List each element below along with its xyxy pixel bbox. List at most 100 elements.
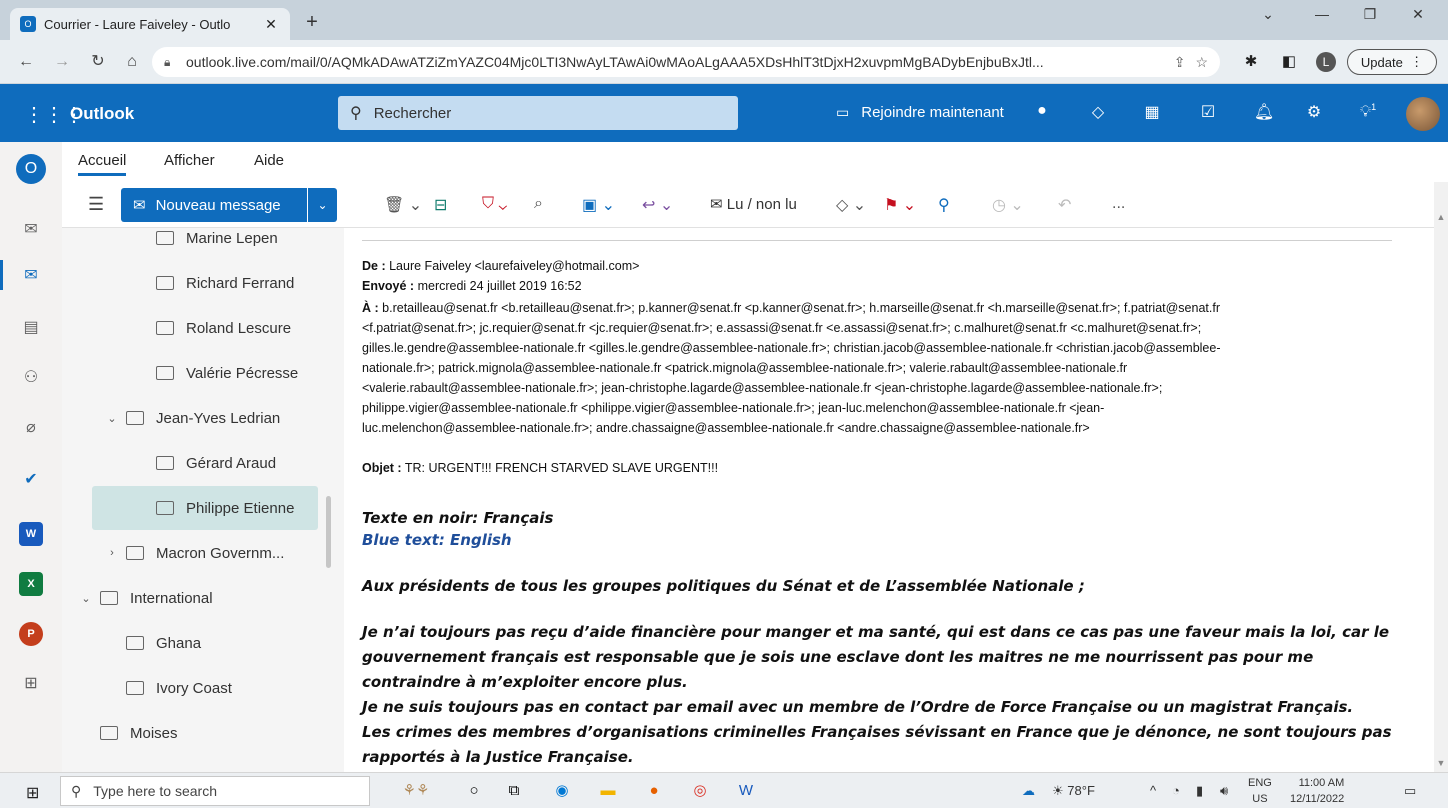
notifications-bell-icon[interactable]: 🔔︎ — [1252, 102, 1276, 122]
close-tab-icon[interactable]: ✕ — [262, 16, 280, 33]
folder-item[interactable]: Valérie Pécresse — [62, 351, 332, 395]
chevron-down-icon[interactable]: ⌄ — [78, 592, 94, 605]
read-unread-button[interactable]: ✉ Lu / non lu — [710, 195, 797, 213]
weather-widget[interactable]: ☀ 78°F — [1052, 783, 1095, 799]
reload-button[interactable]: ↻ — [86, 50, 110, 74]
sweep-broom-icon[interactable]: ⌕ — [534, 195, 543, 213]
tray-chevron-icon[interactable]: ^ — [1150, 783, 1156, 798]
todo-check-icon[interactable]: ✔ — [19, 468, 43, 492]
move-to-folder-icon[interactable]: ▣ ⌄ — [582, 195, 615, 215]
folder-item[interactable]: Richard Ferrand — [62, 261, 332, 305]
bookmark-star-icon[interactable]: ☆ — [1195, 54, 1208, 71]
maximize-button[interactable]: ❐ — [1350, 6, 1390, 23]
edge-icon[interactable]: ◉ — [550, 780, 574, 802]
command-bar: ☰ ✉ Nouveau message ⌄ 🗑︎ ⌄ ⊟ ⛉ ⌄ ⌕ ▣ ⌄ ↩… — [62, 182, 1434, 228]
network-icon[interactable]: ◔ — [1172, 783, 1180, 798]
folder-item[interactable]: Gérard Araud — [62, 441, 332, 485]
close-window-button[interactable]: ✕ — [1398, 6, 1438, 23]
flag-icon[interactable]: ⚑ ⌄ — [884, 195, 916, 215]
language-indicator[interactable]: ENG US — [1248, 775, 1272, 807]
extensions-puzzle-icon[interactable]: ✱ — [1240, 52, 1262, 70]
people-icon[interactable]: ⚇ — [19, 366, 43, 390]
clock[interactable]: 11:00 AM 12/11/2022 — [1290, 775, 1344, 807]
scroll-up-icon[interactable]: ▲ — [1436, 212, 1446, 222]
snooze-clock-icon[interactable]: ◷ ⌄ — [992, 195, 1024, 215]
folder-item[interactable]: Moises — [62, 711, 332, 755]
page-scrollbar[interactable]: ▲ ▼ — [1434, 182, 1448, 772]
folder-item[interactable]: Roland Lescure — [62, 306, 332, 350]
envelope-icon[interactable]: ✉ — [19, 218, 43, 242]
chrome-icon[interactable]: ◎ — [688, 780, 712, 802]
new-message-button[interactable]: ✉ Nouveau message ⌄ — [121, 188, 337, 222]
address-bar[interactable]: 🔒︎ outlook.live.com/mail/0/AQMkADAwATZiZ… — [152, 47, 1220, 77]
chevron-right-icon[interactable]: › — [104, 547, 120, 559]
outlook-app-icon[interactable]: O — [16, 154, 46, 184]
word-icon[interactable]: W — [19, 522, 43, 546]
office-apps-icon[interactable]: ▦ — [1140, 102, 1164, 122]
notification-center-icon[interactable]: ▭ — [1404, 783, 1416, 799]
side-panel-icon[interactable]: ◧ — [1278, 52, 1300, 70]
hamburger-menu-icon[interactable]: ☰ — [88, 194, 104, 215]
tab-aide[interactable]: Aide — [254, 152, 284, 169]
tag-icon[interactable]: ◇ ⌄ — [836, 195, 866, 215]
join-now-button[interactable]: ▭ Rejoindre maintenant — [836, 104, 1004, 121]
minimize-button[interactable]: — — [1302, 6, 1342, 22]
scroll-down-icon[interactable]: ▼ — [1436, 758, 1446, 768]
settings-gear-icon[interactable]: ⚙ — [1302, 102, 1326, 122]
archive-icon[interactable]: ⊟ — [434, 195, 447, 215]
search-input[interactable]: ⚲ Rechercher — [338, 96, 738, 130]
volume-icon[interactable]: 🔊︎ — [1220, 783, 1228, 799]
tab-afficher[interactable]: Afficher — [164, 152, 215, 169]
folder-item[interactable]: ⌄ International — [62, 576, 332, 620]
attachment-icon[interactable]: ⌀ — [19, 416, 43, 440]
excel-icon[interactable]: X — [19, 572, 43, 596]
profile-avatar[interactable]: L — [1316, 52, 1336, 72]
folder-item[interactable]: Ivory Coast — [62, 666, 332, 710]
skype-icon[interactable]: ● — [1030, 102, 1054, 120]
user-avatar[interactable] — [1406, 97, 1440, 131]
tab-accueil[interactable]: Accueil — [78, 152, 127, 176]
folder-label: Philippe Etienne — [186, 499, 295, 517]
folder-item[interactable]: Marine Lepen — [62, 228, 332, 260]
reply-all-icon[interactable]: ↩ ⌄ — [642, 195, 673, 215]
mail-icon[interactable]: ✉ — [19, 264, 43, 288]
pin-icon[interactable]: ⚲ — [938, 195, 950, 215]
folder-scrollbar[interactable] — [326, 496, 331, 568]
word-taskbar-icon[interactable]: W — [734, 780, 758, 802]
cortana-circle-icon[interactable]: ○ — [462, 780, 486, 802]
update-button[interactable]: Update ⋮ — [1347, 49, 1437, 75]
tab-search-chevron-icon[interactable]: ⌄ — [1248, 6, 1288, 23]
premium-diamond-icon[interactable]: ◇ — [1086, 102, 1110, 122]
tips-lightbulb-icon[interactable]: 💡︎1 — [1356, 102, 1380, 121]
share-icon[interactable]: ⇪ — [1174, 54, 1186, 71]
onedrive-icon[interactable]: ☁ — [1022, 783, 1035, 799]
delete-trash-icon[interactable]: 🗑︎ ⌄ — [384, 195, 422, 215]
chevron-down-icon[interactable]: ⌄ — [104, 412, 120, 425]
browser-tab[interactable]: O Courrier - Laure Faiveley - Outlo ✕ — [10, 8, 290, 40]
forward-button[interactable]: → — [50, 50, 74, 74]
outlook-brand[interactable]: Outlook — [70, 104, 134, 124]
firefox-icon[interactable]: ● — [642, 780, 666, 802]
folder-item[interactable]: › Macron Governm... — [62, 531, 332, 575]
back-button[interactable]: ← — [14, 50, 38, 74]
more-apps-icon[interactable]: ⊞ — [19, 672, 43, 696]
powerpoint-icon[interactable]: P — [19, 622, 43, 646]
new-message-dropdown-icon[interactable]: ⌄ — [307, 188, 337, 222]
file-explorer-icon[interactable]: ▬ — [596, 780, 620, 802]
folder-item[interactable]: Philippe Etienne — [92, 486, 318, 530]
calendar-icon[interactable]: ▤ — [19, 316, 43, 340]
taskbar-search-input[interactable]: ⚲ Type here to search — [60, 776, 370, 806]
battery-icon[interactable]: ▮ — [1196, 783, 1203, 799]
windows-start-icon[interactable]: ⊞ — [26, 783, 39, 803]
widget-pinned-app-icon[interactable]: ⚘⚘ — [386, 780, 446, 802]
task-view-icon[interactable]: ⧉ — [502, 780, 526, 802]
tasks-icon[interactable]: ☑ — [1196, 102, 1220, 122]
undo-icon[interactable]: ↶ — [1058, 195, 1071, 215]
new-tab-button[interactable]: + — [300, 12, 324, 32]
home-button[interactable]: ⌂ — [120, 50, 144, 74]
folder-item[interactable]: Ghana — [62, 621, 332, 665]
folder-item[interactable]: ⌄ Jean-Yves Ledrian — [62, 396, 332, 440]
report-shield-icon[interactable]: ⛉ ⌄ — [482, 195, 507, 213]
more-options-button[interactable]: ... — [1112, 195, 1125, 213]
folder-icon — [156, 276, 174, 290]
